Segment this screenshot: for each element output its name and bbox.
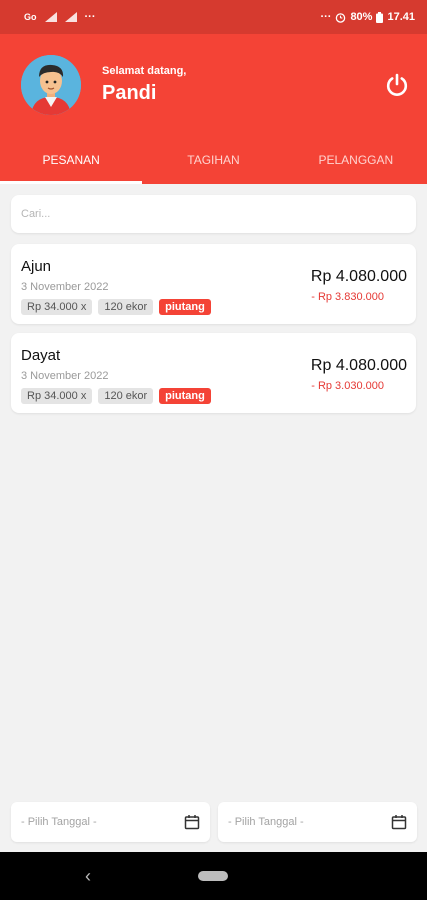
- more-icon: ···: [84, 11, 96, 23]
- price-badge: Rp 34.000 x: [21, 299, 93, 315]
- date-placeholder: - Pilih Tanggal -: [21, 816, 97, 828]
- order-date: 3 November 2022: [21, 370, 109, 382]
- order-chips: Rp 34.000 x 120 ekor piutang: [21, 388, 211, 404]
- tab-pesanan[interactable]: PESANAN: [0, 148, 143, 184]
- status-badge: piutang: [159, 388, 211, 404]
- start-date-picker[interactable]: - Pilih Tanggal -: [11, 802, 210, 842]
- avatar: [21, 55, 81, 115]
- remaining-amount: - Rp 3.030.000: [311, 380, 384, 392]
- order-chips: Rp 34.000 x 120 ekor piutang: [21, 299, 211, 315]
- tab-bar: PESANAN TAGIHAN PELANGGAN: [0, 148, 427, 184]
- status-badge: piutang: [159, 299, 211, 315]
- order-card[interactable]: Dayat 3 November 2022 Rp 34.000 x 120 ek…: [11, 333, 416, 413]
- end-date-picker[interactable]: - Pilih Tanggal -: [218, 802, 417, 842]
- calendar-icon: [391, 815, 407, 830]
- remaining-amount: - Rp 3.830.000: [311, 291, 384, 303]
- back-icon[interactable]: ‹: [85, 866, 91, 887]
- app-header: Selamat datang, Pandi PESANAN TAGIHAN PE…: [0, 34, 427, 184]
- more-icon: ···: [320, 11, 332, 23]
- quantity-badge: 120 ekor: [98, 299, 154, 315]
- greeting-text: Selamat datang,: [102, 65, 187, 77]
- status-bar-left: Gο ···: [24, 11, 96, 23]
- clock: 17.41: [387, 11, 415, 23]
- order-card[interactable]: Ajun 3 November 2022 Rp 34.000 x 120 eko…: [11, 244, 416, 324]
- customer-name: Dayat: [21, 347, 61, 364]
- tab-tagihan[interactable]: TAGIHAN: [142, 148, 284, 184]
- alarm-icon: [336, 12, 346, 23]
- search-box: [11, 195, 416, 233]
- status-bar: Gο ··· ··· 80% 17.41: [0, 0, 427, 34]
- signal-icon: [44, 12, 57, 22]
- logout-button[interactable]: [384, 72, 410, 98]
- price-badge: Rp 34.000 x: [21, 388, 93, 404]
- order-total: Rp 4.080.000: [310, 268, 407, 285]
- tab-pelanggan[interactable]: PELANGGAN: [285, 148, 427, 184]
- quantity-badge: 120 ekor: [98, 388, 154, 404]
- customer-name: Ajun: [21, 258, 52, 275]
- avatar-icon: [21, 55, 81, 115]
- signal-icon: [64, 12, 77, 22]
- calendar-icon: [184, 815, 200, 830]
- power-icon: [386, 73, 408, 96]
- status-bar-right: ··· 80% 17.41: [320, 11, 415, 23]
- user-name: Pandi: [102, 82, 157, 104]
- home-pill[interactable]: [198, 871, 228, 881]
- system-nav-bar: ‹: [0, 852, 427, 900]
- order-total: Rp 4.080.000: [310, 357, 407, 374]
- battery-icon: [376, 11, 384, 23]
- date-placeholder: - Pilih Tanggal -: [228, 816, 304, 828]
- order-date: 3 November 2022: [21, 281, 109, 293]
- carrier-icon: Gο: [24, 12, 37, 22]
- search-input[interactable]: [11, 195, 416, 233]
- battery-percent: 80%: [350, 11, 373, 23]
